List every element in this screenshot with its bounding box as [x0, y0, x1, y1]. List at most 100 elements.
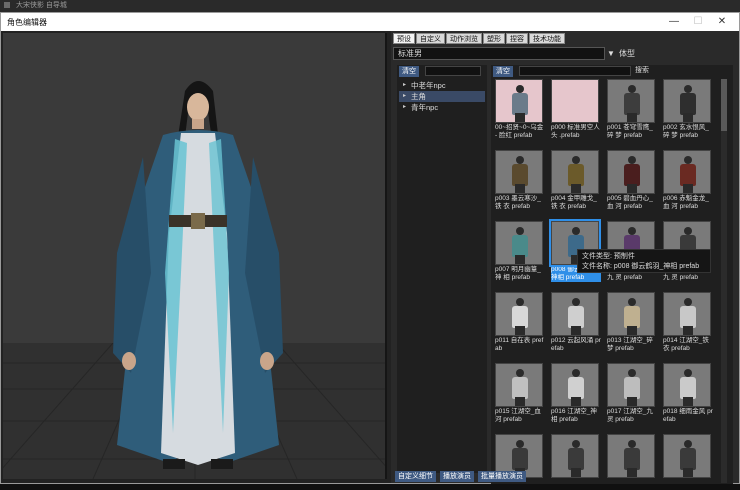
asset-thumbnail[interactable] — [607, 292, 655, 336]
tree-clear-button[interactable]: 清空 — [399, 66, 419, 77]
asset-thumbnail[interactable] — [551, 79, 599, 123]
minimize-button[interactable]: — — [663, 13, 685, 31]
asset-cell[interactable]: p018 细雨金风 prefab — [663, 363, 713, 424]
expand-arrow-icon[interactable]: ▸ — [403, 91, 411, 102]
tab-sculpt[interactable]: 塑形 — [483, 33, 505, 44]
tree-item-protagonist[interactable]: ▸ 主角 — [399, 91, 485, 102]
asset-cell[interactable]: p005 碧血丹心_血 河 prefab — [607, 150, 657, 211]
asset-cell[interactable]: p001 苍穹雪鹰_碎 梦 prefab — [607, 79, 657, 140]
asset-thumbnail[interactable] — [607, 79, 655, 123]
asset-cell[interactable] — [663, 434, 713, 479]
asset-thumbnail[interactable] — [495, 79, 543, 123]
character-figure-icon — [566, 440, 586, 477]
character-viewport[interactable] — [3, 33, 387, 479]
character-model — [113, 81, 283, 469]
asset-cell[interactable] — [551, 434, 601, 479]
asset-cell[interactable]: p003 墨云寒沙_铁 衣 prefab — [495, 150, 545, 211]
asset-cell[interactable]: p011 自在表 prefab — [495, 292, 545, 353]
asset-cell[interactable]: p016 江湖空_神相 prefab — [551, 363, 601, 424]
asset-cell[interactable]: p000 标准男空人头 .prefab — [551, 79, 601, 140]
body-type-label: 体型 — [619, 49, 635, 58]
character-figure-icon — [622, 298, 642, 335]
asset-thumbnail[interactable] — [663, 434, 711, 478]
asset-cell[interactable]: p014 江湖空_铁衣 prefab — [663, 292, 713, 353]
chevron-down-icon[interactable]: ▼ — [607, 47, 617, 60]
asset-cell[interactable]: p012 云起风涌 prefab — [551, 292, 601, 353]
asset-label: p004 金甲雕戈_铁 衣 prefab — [551, 195, 597, 210]
asset-thumbnail[interactable] — [663, 292, 711, 336]
custom-detail-button[interactable]: 自定义细节 — [395, 471, 436, 482]
character-figure-icon — [510, 298, 530, 335]
body-type-select[interactable]: 标准男 — [393, 47, 605, 60]
tree-search-input[interactable] — [425, 66, 481, 76]
asset-cell[interactable]: p013 江湖空_碎梦 prefab — [607, 292, 657, 353]
asset-thumbnail[interactable] — [551, 434, 599, 478]
grid-scrollbar[interactable] — [721, 79, 727, 483]
tooltip-file-name: 文件名称: p008 御云鹤羽_神相 prefab — [582, 263, 700, 270]
asset-cell[interactable]: 00~招贤~0~乌金 - 脸红 prefab — [495, 79, 545, 140]
tree-item-young-npc[interactable]: ▸ 青年npc — [399, 102, 485, 113]
asset-thumbnail[interactable] — [607, 363, 655, 407]
tree-item-label: 青年npc — [411, 103, 439, 112]
asset-label: p014 江湖空_铁衣 prefab — [663, 337, 709, 352]
tree-item-label: 主角 — [411, 92, 426, 101]
expand-arrow-icon[interactable]: ▸ — [403, 102, 411, 113]
asset-thumbnail[interactable] — [663, 363, 711, 407]
asset-cell[interactable]: p004 金甲雕戈_铁 衣 prefab — [551, 150, 601, 211]
asset-label: p000 标准男空人头 .prefab — [551, 124, 600, 139]
window-client: 预设 自定义 动作浏览 塑形 捏容 技术功能 标准男 ▼ 体型 清空 ▸ 中老年… — [1, 31, 739, 485]
tab-tech-features[interactable]: 技术功能 — [529, 33, 565, 44]
grid-clear-button[interactable]: 清空 — [493, 66, 513, 77]
maximize-button[interactable]: ☐ — [687, 13, 709, 31]
asset-label: p017 江湖空_九灵 prefab — [607, 408, 653, 423]
character-figure-icon — [678, 298, 698, 335]
asset-thumbnail[interactable] — [551, 292, 599, 336]
search-label: 搜索 — [635, 67, 649, 74]
batch-play-actor-button[interactable]: 批量播放演员 — [478, 471, 526, 482]
asset-label: p003 墨云寒沙_铁 衣 prefab — [495, 195, 541, 210]
asset-cell[interactable]: p017 江湖空_九灵 prefab — [607, 363, 657, 424]
character-editor-window: 角色编辑器 — ☐ ✕ 预设 自定义 动作浏览 塑形 捏容 技术功能 标准男 ▼… — [0, 12, 740, 485]
asset-cell[interactable]: p007 明月幽篁_神 相 prefab — [495, 221, 545, 282]
tab-custom[interactable]: 自定义 — [416, 33, 445, 44]
asset-label: p016 江湖空_神相 prefab — [551, 408, 597, 423]
asset-label: p007 明月幽篁_神 相 prefab — [495, 266, 541, 281]
body-type-row: 标准男 ▼ 体型 — [393, 47, 737, 60]
play-actor-button[interactable]: 播放演员 — [440, 471, 474, 482]
grid-search-input[interactable] — [519, 66, 631, 76]
tree-item-elder-npc[interactable]: ▸ 中老年npc — [399, 80, 485, 91]
scrollbar-thumb[interactable] — [721, 79, 727, 131]
asset-cell[interactable]: p006 赤魁金龙_血 河 prefab — [663, 150, 713, 211]
character-figure-icon — [510, 156, 530, 193]
window-title: 角色编辑器 — [7, 18, 47, 27]
asset-grid-pane: 清空 搜索 00~招贤~0~乌金 - 脸红 prefab p000 标准男空人头 … — [491, 65, 733, 485]
tab-preset[interactable]: 预设 — [393, 33, 415, 44]
character-figure-icon — [622, 440, 642, 477]
asset-thumbnail[interactable] — [607, 150, 655, 194]
close-button[interactable]: ✕ — [711, 13, 733, 31]
asset-label: p011 自在表 prefab — [495, 337, 544, 352]
asset-thumbnail[interactable] — [663, 150, 711, 194]
asset-cell[interactable]: p015 江湖空_血河 prefab — [495, 363, 545, 424]
asset-thumbnail[interactable] — [495, 221, 543, 265]
asset-thumbnail[interactable] — [495, 292, 543, 336]
asset-thumbnail[interactable] — [495, 363, 543, 407]
tab-animation-browser[interactable]: 动作浏览 — [446, 33, 482, 44]
tab-face[interactable]: 捏容 — [506, 33, 528, 44]
outer-app-titlebar: 大宋侠影 自导城 — [0, 0, 740, 12]
asset-cell[interactable]: p002 玄水恨风_碎 梦 prefab — [663, 79, 713, 140]
character-figure-icon — [622, 85, 642, 122]
character-figure-icon — [566, 156, 586, 193]
asset-thumbnail[interactable] — [495, 150, 543, 194]
tooltip-file-type: 文件类型: 预制件 — [582, 253, 635, 260]
asset-cell[interactable] — [607, 434, 657, 479]
asset-thumbnail[interactable] — [551, 363, 599, 407]
asset-label: p015 江湖空_血河 prefab — [495, 408, 541, 423]
expand-arrow-icon[interactable]: ▸ — [403, 80, 411, 91]
asset-label: p005 碧血丹心_血 河 prefab — [607, 195, 653, 210]
asset-thumbnail[interactable] — [607, 434, 655, 478]
asset-tooltip: 文件类型: 预制件 文件名称: p008 御云鹤羽_神相 prefab — [577, 249, 711, 273]
asset-thumbnail[interactable] — [663, 79, 711, 123]
asset-thumbnail[interactable] — [551, 150, 599, 194]
taskbar-strip — [0, 484, 740, 490]
